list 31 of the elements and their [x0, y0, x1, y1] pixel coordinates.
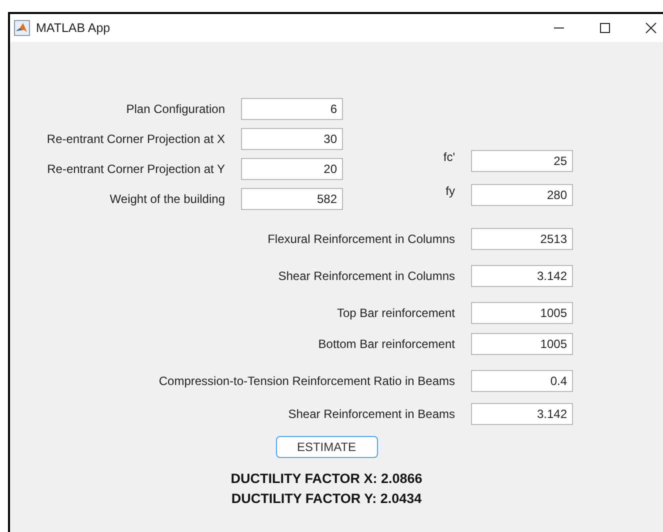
field-label: Top Bar reinforcement: [336, 306, 455, 320]
input-field[interactable]: 2513: [471, 228, 573, 250]
window-title: MATLAB App: [36, 21, 110, 35]
matlab-logo-icon: [14, 20, 30, 36]
input-field[interactable]: 1005: [471, 302, 573, 324]
input-field[interactable]: 25: [471, 150, 573, 172]
field-label: Weight of the building: [108, 192, 225, 206]
input-field[interactable]: 30: [241, 128, 343, 150]
estimate-button[interactable]: ESTIMATE: [276, 436, 378, 458]
field-label: Bottom Bar reinforcement: [317, 337, 455, 351]
maximize-icon[interactable]: [599, 22, 611, 34]
input-field[interactable]: 0.4: [471, 370, 573, 392]
field-label: Re-entrant Corner Projection at Y: [46, 162, 225, 176]
input-field[interactable]: 3.142: [471, 403, 573, 425]
input-field[interactable]: 20: [241, 158, 343, 180]
field-label: Shear Reinforcement in Columns: [277, 269, 455, 283]
field-label: fy: [444, 184, 455, 198]
field-label: Re-entrant Corner Projection at X: [46, 132, 225, 146]
field-label: Compression-to-Tension Reinforcement Ratio in Beams: [158, 374, 455, 388]
field-label: fc': [442, 150, 455, 164]
input-field[interactable]: 3.142: [471, 265, 573, 287]
input-field[interactable]: 1005: [471, 333, 573, 355]
input-field[interactable]: 280: [471, 184, 573, 206]
close-icon[interactable]: [645, 22, 657, 34]
input-field[interactable]: 582: [241, 188, 343, 210]
field-label: Shear Reinforcement in Beams: [287, 407, 455, 421]
field-label: Plan Configuration: [125, 102, 225, 116]
result-text: DUCTILITY FACTOR X: 2.0866: [230, 471, 422, 486]
result-text: DUCTILITY FACTOR Y: 2.0434: [231, 491, 422, 506]
field-label: Flexural Reinforcement in Columns: [266, 232, 455, 246]
input-field[interactable]: 6: [241, 98, 343, 120]
